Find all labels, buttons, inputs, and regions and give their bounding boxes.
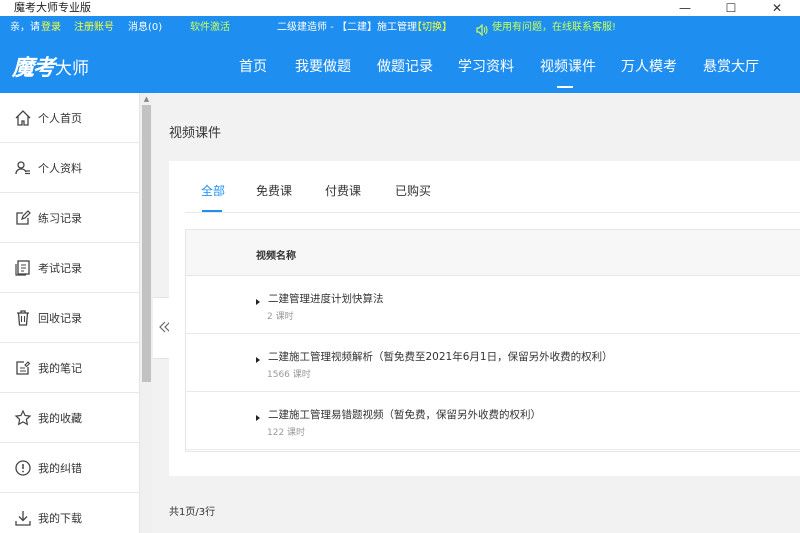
trash-icon	[14, 309, 32, 327]
table-row[interactable]: 二建管理进度计划快算法 2 课时	[186, 276, 800, 334]
sidebar-item-home[interactable]: 个人首页	[0, 93, 140, 143]
scrollbar-thumb[interactable]	[142, 105, 151, 382]
alert-icon	[14, 459, 32, 477]
login-link[interactable]: 登录	[41, 16, 61, 40]
column-header-video-name: 视频名称	[256, 251, 296, 262]
maximize-button[interactable]: ☐	[708, 0, 754, 16]
main-navbar: 魔考 大师 首页 我要做题 做题记录 学习资料 视频课件 万人模考 悬赏大厅	[0, 40, 800, 93]
sidebar-item-label: 我的收藏	[38, 411, 82, 425]
sidebar-item-recycle-records[interactable]: 回收记录	[0, 293, 140, 343]
table-row[interactable]: 二建施工管理易错题视频（暂免费，保留另外收费的权利） 122 课时	[186, 392, 800, 450]
sidebar-scrollbar[interactable]: ▲	[140, 93, 153, 533]
sidebar-item-label: 练习记录	[38, 211, 82, 225]
home-icon	[14, 109, 32, 127]
top-info-bar: 亲，请 登录 注册账号 消息(0) 软件激活 二级建造师 - 【二建】施工管理 …	[0, 16, 800, 40]
window-titlebar: 魔考大师专业版 — ☐ ✕	[0, 0, 800, 16]
video-name[interactable]: 二建管理进度计划快算法	[268, 291, 384, 306]
expand-arrow-icon[interactable]	[256, 299, 260, 305]
tab-free[interactable]: 免费课	[256, 182, 292, 199]
nav-practice-records[interactable]: 做题记录	[377, 58, 433, 76]
sidebar-item-label: 回收记录	[38, 311, 82, 325]
table-row[interactable]: 二建施工管理视频解析（暂免费至2021年6月1日，保留另外收费的权利） 1566…	[186, 334, 800, 392]
note-icon	[14, 359, 32, 377]
user-profile-icon	[14, 159, 32, 177]
tab-all[interactable]: 全部	[201, 182, 225, 199]
video-table: 视频名称 二建管理进度计划快算法 2 课时 二建施工管理视频解析（暂免费至202…	[185, 229, 800, 452]
sidebar-item-practice-records[interactable]: 练习记录	[0, 193, 140, 243]
greeting-text: 亲，请	[10, 22, 40, 33]
speaker-icon	[476, 22, 488, 37]
nav-practice[interactable]: 我要做题	[295, 58, 351, 76]
switch-exam-link[interactable]: 【切换】	[412, 16, 452, 40]
exam-record-icon	[14, 259, 32, 277]
sidebar-item-label: 个人首页	[38, 111, 82, 125]
nav-bounty-hall[interactable]: 悬赏大厅	[703, 58, 759, 76]
window-title: 魔考大师专业版	[14, 1, 91, 14]
sidebar-item-corrections[interactable]: 我的纠错	[0, 443, 140, 493]
logo-tail-text: 大师	[55, 58, 90, 79]
app-logo: 魔考 大师	[12, 52, 90, 81]
register-link[interactable]: 注册账号	[74, 16, 114, 40]
tabs-divider	[185, 212, 800, 213]
tab-active-indicator	[202, 210, 222, 212]
lesson-count: 1566 课时	[267, 370, 311, 380]
sidebar-item-downloads[interactable]: 我的下载	[0, 493, 140, 533]
lesson-count: 2 课时	[267, 312, 294, 322]
window-controls: — ☐ ✕	[662, 0, 800, 16]
nav-home[interactable]: 首页	[239, 58, 267, 76]
help-contact-link[interactable]: 使用有问题，在线联系客服!	[492, 16, 616, 40]
sidebar-item-label: 考试记录	[38, 261, 82, 275]
logo-script-text: 魔考	[12, 55, 55, 81]
sidebar-item-exam-records[interactable]: 考试记录	[0, 243, 140, 293]
pagination-info: 共1页/3行	[169, 507, 216, 518]
expand-arrow-icon[interactable]	[256, 415, 260, 421]
sidebar-item-favorites[interactable]: 我的收藏	[0, 393, 140, 443]
lesson-count: 122 课时	[267, 428, 306, 438]
sidebar-item-label: 个人资料	[38, 161, 82, 175]
tab-purchased[interactable]: 已购买	[395, 182, 431, 199]
minimize-button[interactable]: —	[662, 0, 708, 16]
video-name[interactable]: 二建施工管理易错题视频（暂免费，保留另外收费的权利）	[268, 407, 541, 422]
scroll-up-icon[interactable]: ▲	[142, 95, 151, 103]
sidebar-item-label: 我的纠错	[38, 461, 82, 475]
nav-study-materials[interactable]: 学习资料	[458, 58, 514, 76]
nav-mock-exam[interactable]: 万人模考	[621, 58, 677, 76]
sidebar-item-label: 我的笔记	[38, 361, 82, 375]
sidebar: 个人首页 个人资料 练习记录 考试记录 回收记录 我的笔记 我的收藏 我的纠错 …	[0, 93, 140, 533]
video-name[interactable]: 二建施工管理视频解析（暂免费至2021年6月1日，保留另外收费的权利）	[268, 349, 613, 364]
sidebar-item-profile[interactable]: 个人资料	[0, 143, 140, 193]
nav-video-courses[interactable]: 视频课件	[540, 58, 596, 76]
nav-active-indicator	[557, 86, 573, 88]
page-title: 视频课件	[169, 126, 222, 141]
exam-name: 二级建造师 - 【二建】施工管理	[277, 22, 417, 33]
expand-arrow-icon[interactable]	[256, 357, 260, 363]
tab-paid[interactable]: 付费课	[325, 182, 361, 199]
download-icon	[14, 509, 32, 527]
table-header: 视频名称	[186, 230, 800, 276]
close-button[interactable]: ✕	[754, 0, 800, 16]
sidebar-item-label: 我的下载	[38, 511, 82, 525]
activate-link[interactable]: 软件激活	[190, 16, 230, 40]
messages-link[interactable]: 消息(0)	[128, 16, 162, 40]
edit-icon	[14, 209, 32, 227]
sidebar-item-notes[interactable]: 我的笔记	[0, 343, 140, 393]
star-icon	[14, 409, 32, 427]
